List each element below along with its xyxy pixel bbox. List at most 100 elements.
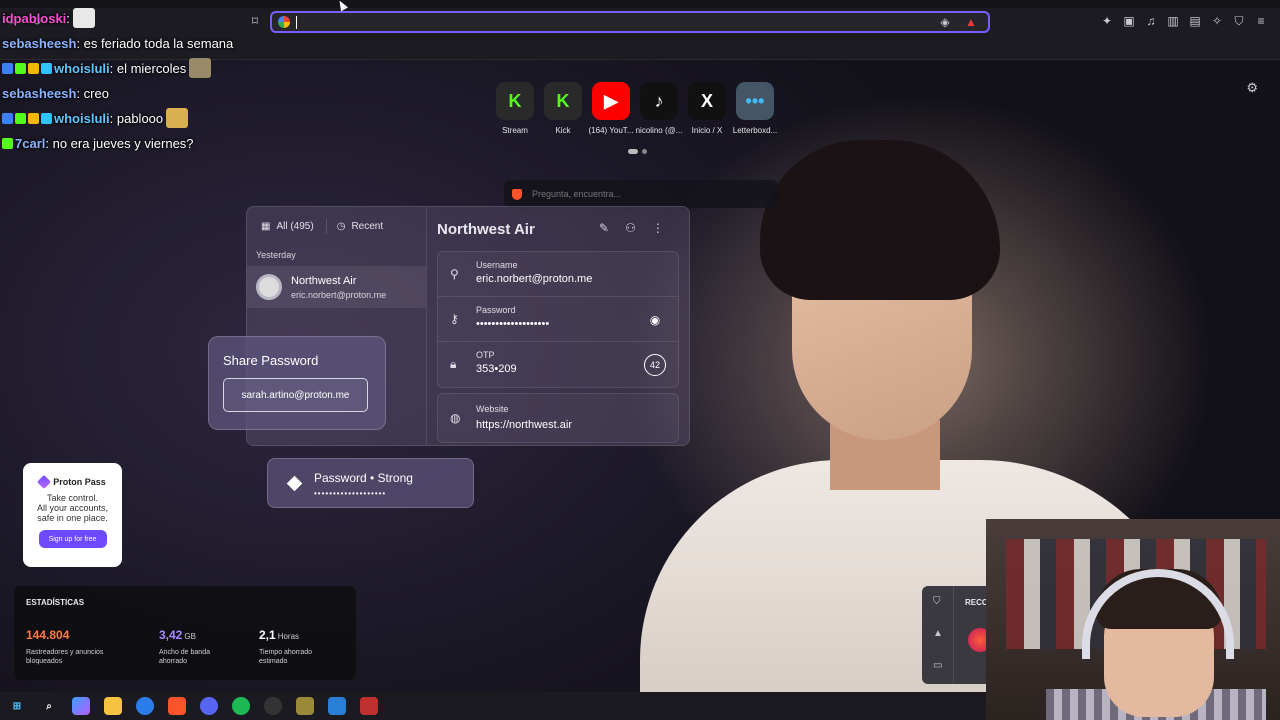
copilot-icon[interactable] [72,697,90,715]
stat-desc: Ancho de banda ahorrado [159,648,259,666]
wallet-icon[interactable]: ▤ [1188,14,1202,28]
obs-icon[interactable] [264,697,282,715]
speed-dial-pager[interactable] [628,149,647,154]
site-icon[interactable]: K [544,82,582,120]
filter-recent[interactable]: ◷ Recent [325,219,387,234]
pager-dot[interactable] [642,149,647,154]
website-label: Website [476,404,509,414]
address-bar[interactable]: ◈ ▲ [270,11,990,33]
chat-message: 7carl: no era jueves y viernes? [2,131,262,156]
chat-username[interactable]: idpabloski [2,11,66,26]
speed-dial-item[interactable]: ••• Letterboxd... [733,82,777,135]
speed-dial-item[interactable]: K Stream [496,82,534,135]
chat-text: el miercoles [113,61,187,76]
extensions-icon[interactable]: ✦ [1100,14,1114,28]
edit-icon[interactable]: ✎ [599,221,609,235]
chat-username[interactable]: 7carl [15,136,45,151]
filter-all[interactable]: ▦ All (495) [257,219,318,234]
speed-dial-item[interactable]: ▶ (164) YouT... [589,82,633,135]
gear-icon[interactable]: ⚙ [1246,80,1258,96]
search-input[interactable] [532,189,772,199]
pager-dot-active[interactable] [628,149,638,154]
otp-field[interactable]: 🔒︎ OTP 353•209 42 [438,342,678,387]
globe-icon: ◍ [450,411,461,425]
ccleaner-icon[interactable] [328,697,346,715]
user-icon: ⚲ [450,267,459,281]
speed-dial-item[interactable]: ♪ nicolino (@... [636,82,682,135]
brave-shields-icon[interactable]: ◈ [938,15,952,29]
chat-message: sebasheesh: es feriado toda la semana [2,31,262,56]
brave-taskbar-icon[interactable] [168,697,186,715]
chat-text: no era jueves y viernes? [49,136,194,151]
sidebar-icon[interactable]: ▥ [1166,14,1180,28]
stat-value: 144.804 [26,628,70,642]
stat-unit: Horas [277,632,300,641]
filter-bar: ▦ All (495) ◷ Recent [247,207,426,246]
stat-value: 3,42 [159,628,183,642]
stat-desc-2: bloqueados [26,658,63,665]
site-icon[interactable]: ••• [736,82,774,120]
site-icon[interactable]: K [496,82,534,120]
signup-button[interactable]: Sign up for free [38,530,107,548]
hero-photo-hair [760,140,1000,300]
northwest-logo-icon [256,274,282,300]
share-title: Share Password [223,353,319,368]
file-explorer-icon[interactable] [104,697,122,715]
website-field[interactable]: ◍ Website https://northwest.air [437,393,679,443]
chat-username[interactable]: whoisluli [54,61,110,76]
address-input[interactable] [300,14,940,30]
chrome-icon[interactable] [136,697,154,715]
stream-app-icon[interactable] [360,697,378,715]
chat-username[interactable]: whoisluli [54,111,110,126]
eye-icon[interactable]: ◉ [644,309,666,331]
vpn-icon[interactable]: ⛉ [1232,14,1246,28]
app-icon[interactable] [296,697,314,715]
recommendations-widget: ⛉ ▲ ▭ RECO [922,586,992,684]
otp-timer: 42 [644,354,666,376]
speed-dial-item[interactable]: K Kick [544,82,582,135]
chat-emote-icon [166,108,189,128]
taskbar: ⊞ ⌕ [0,692,986,720]
ad-line-1: Take control. [46,493,99,503]
discord-icon[interactable] [200,697,218,715]
username-value: eric.norbert@proton.me [476,273,593,285]
username-field[interactable]: ⚲ Username eric.norbert@proton.me [438,252,678,297]
search-box[interactable] [504,180,778,208]
website-value: https://northwest.air [476,419,572,431]
chat-message: sebasheesh: creo [2,81,262,106]
chat-username[interactable]: sebasheesh [2,86,76,101]
screenshot-icon[interactable]: ▣ [1122,14,1136,28]
warning-icon[interactable]: ▲ [933,628,943,639]
site-icon[interactable]: ▶ [592,82,630,120]
menu-icon[interactable]: ≡ [1254,14,1268,28]
filter-all-label: All (495) [276,221,314,232]
extension-icons: ✦ ▣ ♫ ▥ ▤ ✧ ⛉ ≡ [1100,14,1268,29]
shield-icon[interactable]: ⛉ [933,596,941,607]
spotify-icon[interactable] [232,697,250,715]
filter-recent-label: Recent [351,221,384,232]
proton-pass-ad[interactable]: Proton Pass Take control. All your accou… [23,463,122,567]
more-icon[interactable]: ⋮ [652,221,664,235]
site-icon[interactable]: X [688,82,726,120]
card-icon[interactable]: ▭ [933,660,942,671]
list-item[interactable]: Northwest Air eric.norbert@proton.me [247,266,426,308]
windows-start-icon[interactable]: ⊞ [8,697,26,715]
music-icon[interactable]: ♫ [1144,14,1158,28]
chat-badge-icon [41,63,52,74]
search-icon[interactable]: ⌕ [40,697,58,715]
share-email-field[interactable]: sarah.artino@proton.me [223,378,368,412]
chat-text: pablooo [113,111,164,126]
share-password-card: Share Password sarah.artino@proton.me [208,336,386,430]
speed-dial: K Stream K Kick ▶ (164) YouT... ♪ nicolino (@..… [496,82,777,135]
password-field[interactable]: ⚷ Password ••••••••••••••••••• ◉ [438,297,678,342]
leo-ai-icon[interactable]: ✧ [1210,14,1224,28]
share-icon[interactable]: ⚇ [625,221,636,235]
chat-username[interactable]: sebasheesh [2,36,76,51]
site-icon[interactable]: ♪ [640,82,678,120]
stat-trackers: 144.804 Rastreadores y anuncios bloqueado… [26,626,126,666]
strength-title: Password • Strong [314,471,413,485]
stat-time: 2,1 Horas Tiempo ahorrado estimado [259,626,359,666]
speed-dial-item[interactable]: X Inicio / X [688,82,726,135]
brave-rewards-icon[interactable]: ▲ [964,15,978,29]
stat-desc-2: ahorrado [159,658,188,665]
